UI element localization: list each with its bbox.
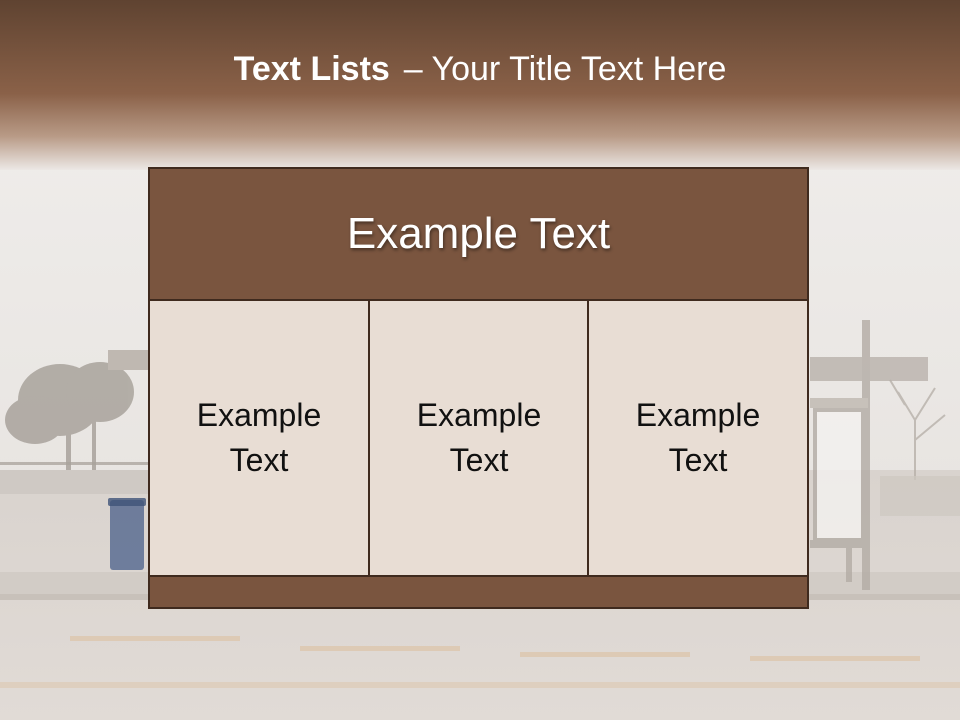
- diagram-cell-1-text: Example Text: [197, 393, 322, 483]
- slide-title: Text Lists – Your Title Text Here: [0, 50, 960, 89]
- diagram-cell-3-text: Example Text: [636, 393, 761, 483]
- diagram-cell-3-line2: Text: [668, 442, 728, 478]
- diagram-cell-1-line1: Example: [196, 397, 322, 433]
- diagram-cell-3: Example Text: [587, 299, 809, 577]
- diagram-footer-bar: [148, 575, 809, 609]
- diagram-cell-2-text: Example Text: [417, 393, 542, 483]
- diagram-cell-1-line2: Text: [229, 442, 289, 478]
- diagram-cell-2-line1: Example: [416, 397, 542, 433]
- diagram-cell-1: Example Text: [148, 299, 370, 577]
- slide-title-rest: – Your Title Text Here: [403, 50, 727, 88]
- diagram-cell-3-line1: Example: [635, 397, 761, 433]
- slide-title-bold: Text Lists: [233, 50, 390, 88]
- diagram-cell-2-line2: Text: [449, 442, 509, 478]
- diagram-header-box: Example Text: [148, 167, 809, 301]
- text-list-diagram: Example Text Example Text Example Text E…: [148, 167, 809, 609]
- diagram-header-text: Example Text: [346, 209, 611, 258]
- diagram-cell-2: Example Text: [368, 299, 590, 577]
